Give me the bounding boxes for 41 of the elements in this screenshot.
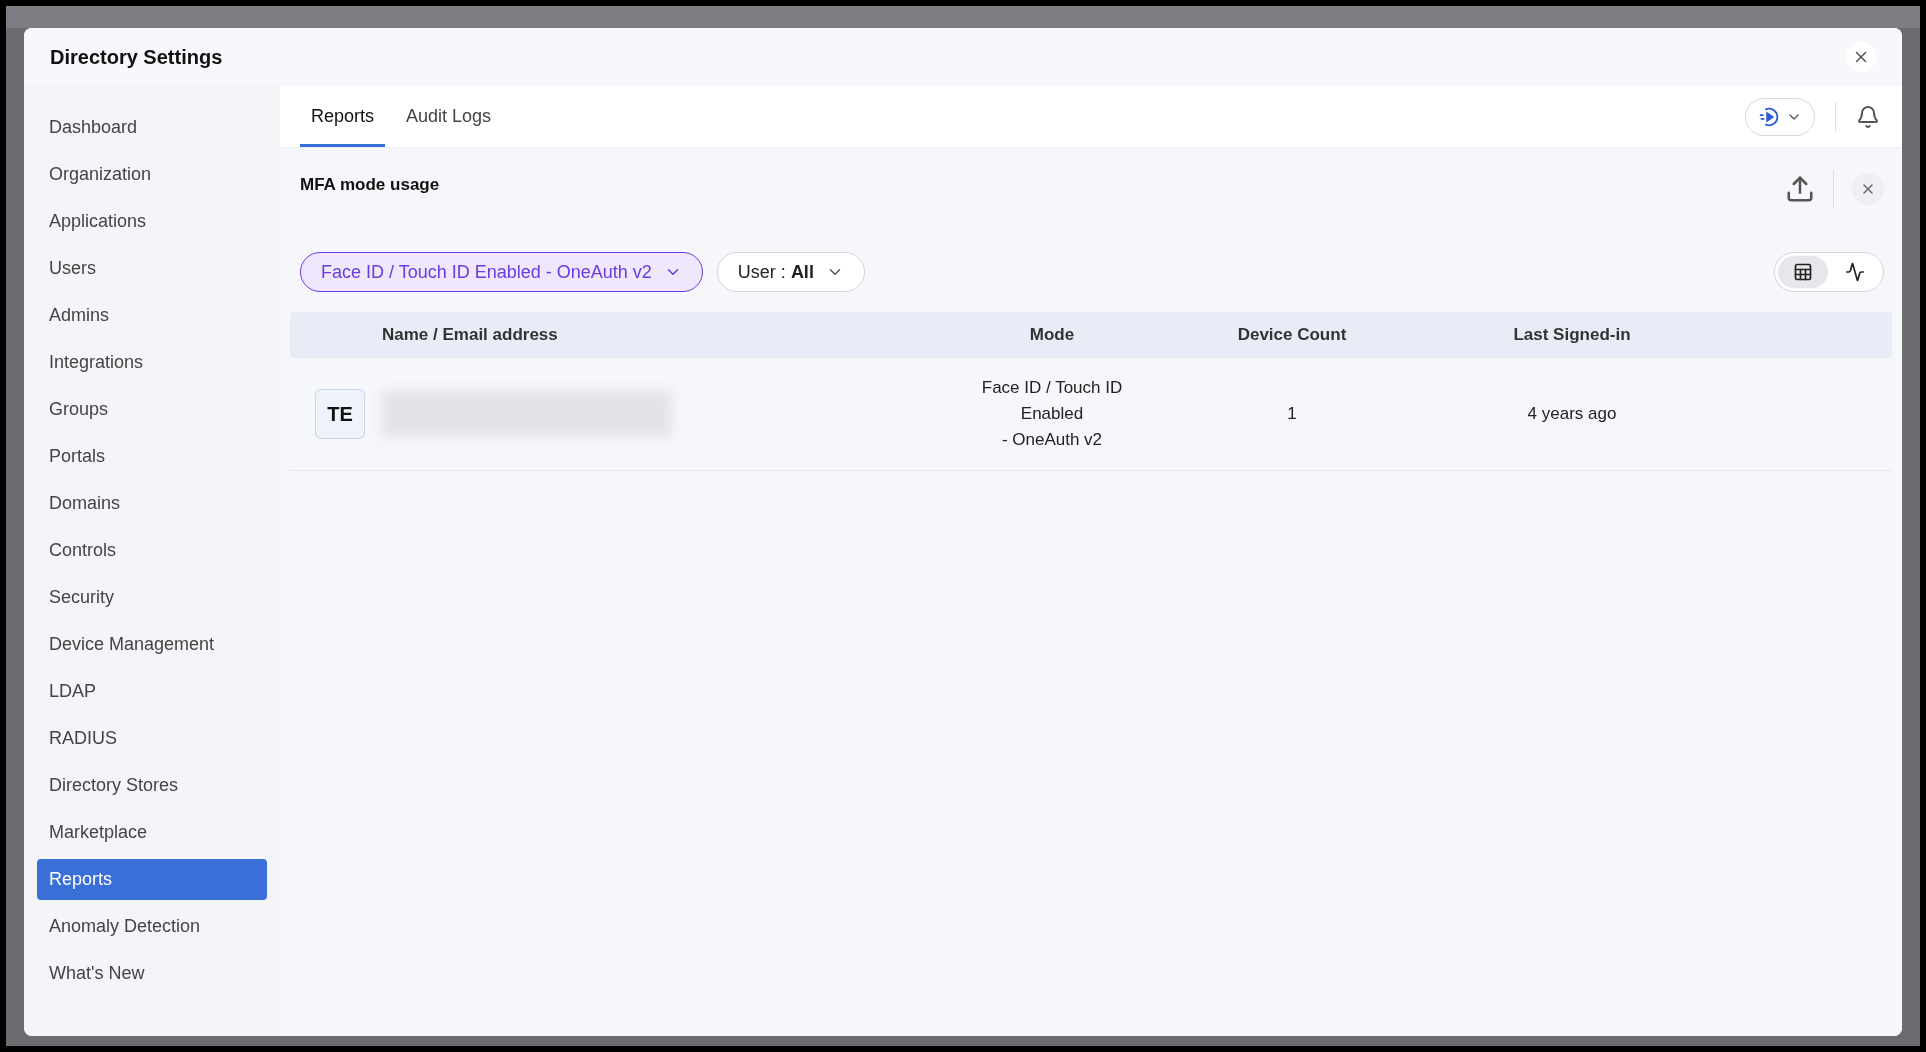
avatar-initials: TE bbox=[315, 389, 365, 439]
mode-filter-dropdown[interactable]: Face ID / Touch ID Enabled - OneAuth v2 bbox=[300, 252, 703, 292]
sidebar-item[interactable]: Directory Stores bbox=[37, 765, 267, 806]
sidebar-item[interactable]: Security bbox=[37, 577, 267, 618]
mode-text: Enabled bbox=[1020, 403, 1084, 425]
sidebar-item[interactable]: Anomaly Detection bbox=[37, 906, 267, 947]
sidebar-item[interactable]: Groups bbox=[37, 389, 267, 430]
pulse-line-icon bbox=[1845, 262, 1865, 282]
column-header: Mode bbox=[1028, 324, 1076, 347]
column-header: Device Count bbox=[1236, 324, 1348, 347]
tab[interactable]: Audit Logs bbox=[395, 93, 503, 147]
user-filter-dropdown[interactable]: User : All bbox=[716, 252, 865, 292]
sidebar-item[interactable]: Marketplace bbox=[37, 812, 267, 853]
table-cell-text: 4 years ago bbox=[1526, 403, 1618, 426]
column-header: Name / Email address bbox=[382, 324, 559, 347]
sidebar-item[interactable]: Admins bbox=[37, 295, 267, 336]
sidebar-item[interactable]: Portals bbox=[37, 436, 267, 477]
sidebar-item[interactable]: Domains bbox=[37, 483, 267, 524]
mode-text: Face ID / Touch ID bbox=[981, 377, 1123, 399]
sidebar-item[interactable]: LDAP bbox=[37, 671, 267, 712]
sidebar-item[interactable]: Users bbox=[37, 248, 267, 289]
bell-icon[interactable] bbox=[1856, 104, 1880, 129]
sidebar-item[interactable]: RADIUS bbox=[37, 718, 267, 759]
sidebar-item[interactable]: Reports bbox=[37, 859, 267, 900]
report-title: MFA mode usage bbox=[300, 174, 440, 196]
sidebar-item[interactable]: Integrations bbox=[37, 342, 267, 383]
sidebar-item[interactable]: Controls bbox=[37, 530, 267, 571]
sidebar-item[interactable]: Device Management bbox=[37, 624, 267, 665]
sidebar-item[interactable]: Organization bbox=[37, 154, 267, 195]
mode-text: - OneAuth v2 bbox=[1001, 429, 1103, 451]
dialog-title: Directory Settings bbox=[50, 45, 223, 70]
sidebar-item[interactable]: What's New bbox=[37, 953, 267, 994]
spreadsheet-icon bbox=[1793, 262, 1813, 282]
play-speed-icon bbox=[1758, 105, 1780, 128]
table-view-button[interactable] bbox=[1778, 256, 1828, 288]
sidebar-item[interactable]: Applications bbox=[37, 201, 267, 242]
column-header: Last Signed-in bbox=[1512, 324, 1632, 347]
sidebar-item[interactable]: Dashboard bbox=[37, 107, 267, 148]
close-button[interactable] bbox=[1846, 42, 1876, 72]
table-cell-text: 1 bbox=[1286, 403, 1298, 426]
export-icon[interactable] bbox=[1785, 174, 1815, 204]
